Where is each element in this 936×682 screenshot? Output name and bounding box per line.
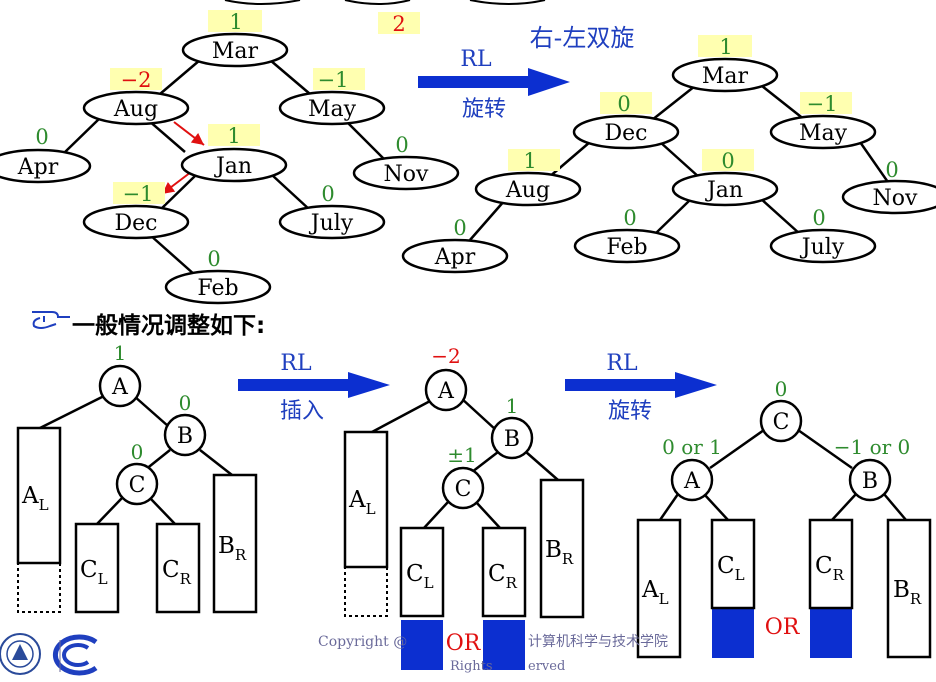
rl-rotate-arrow-2: RL 旋转 [565,351,717,424]
rl-label: RL [280,351,312,376]
rotate-caption: 旋转 [608,399,652,424]
node-b: B [862,469,878,494]
general-case-after-insert: A B C −2 1 ±1 AL CL CR BR OR [343,344,585,670]
node-dec: Dec [605,121,648,146]
factor-jan: 0 [721,149,734,173]
node-c: C [455,477,472,502]
node-b: B [177,424,193,449]
factor-c: 0 [775,377,788,401]
subtree-cr: CR [162,557,192,588]
node-a: A [683,469,701,494]
department-logo [52,634,98,676]
subtree-br: BR [545,537,574,568]
node-apr: Apr [17,155,59,180]
factor-b: 0 [179,391,192,415]
node-nov: Nov [384,162,429,187]
factor-may: −1 [318,68,349,92]
node-a: A [111,375,129,400]
node-may: May [308,97,357,122]
subtree-cr: CR [488,561,518,592]
general-heading: 一般情况调整如下: [72,312,265,339]
footer-reserved: erved [528,659,565,674]
subtree-al: AL [348,487,376,518]
factor-aug: 1 [523,149,536,173]
node-b: B [504,427,520,452]
factor-top-right: 2 [392,12,405,36]
subtree-cl: CL [406,561,434,592]
factor-c: ±1 [447,443,476,467]
factor-apr: 0 [35,125,48,149]
node-jan: Jan [705,178,743,203]
university-logo [0,633,41,675]
subtree-cl: CL [80,557,108,588]
node-apr: Apr [434,245,476,270]
node-feb: Feb [606,235,647,260]
subtree-br: BR [218,533,247,564]
node-dec: Dec [115,211,158,236]
factor-nov: 0 [885,158,898,182]
rl-rotation-title: 右-左双旋 [530,24,635,52]
subtree-br: BR [893,577,922,608]
node-may: May [799,121,848,146]
node-mar: Mar [702,64,749,89]
node-july: July [309,211,354,236]
insert-caption: 插入 [280,399,324,424]
factor-feb: 0 [623,206,636,230]
avl-rl-rotation-diagram: Mar Aug May Apr Jan Nov Dec July Feb 1 2… [0,0,936,676]
rl-label: RL [606,351,638,376]
factor-b: 1 [506,394,519,418]
node-feb: Feb [197,276,238,301]
factor-c: 0 [131,440,144,464]
node-jan: Jan [214,154,252,179]
factor-july: 0 [812,206,825,230]
factor-feb: 0 [207,247,220,271]
rl-insert-arrow: RL 插入 [238,351,390,424]
factor-july: 0 [321,182,334,206]
general-case-before: A B C 1 0 0 AL CL CR BR [16,341,258,614]
node-nov: Nov [873,186,918,211]
or-label: OR [765,615,801,640]
subtree-al: AL [641,577,669,608]
factor-jan: 1 [227,124,240,148]
footer-school: 计算机科学与技术学院 [528,634,668,650]
subtree-cr: CR [815,553,845,584]
factor-may: −1 [807,92,838,116]
factor-aug: −2 [121,68,152,92]
factor-dec: 0 [617,92,630,116]
factor-nov: 0 [395,133,408,157]
rl-label: RL [460,47,492,72]
factor-mar: 1 [719,35,732,59]
general-case-after-rotation: C A B 0 0 or 1 −1 or 0 AL CL CR BR OR [636,377,932,659]
node-a: A [437,379,455,404]
node-mar: Mar [212,39,259,64]
factor-apr: 0 [453,216,466,240]
node-aug: Aug [113,97,158,122]
node-aug: Aug [505,178,550,203]
node-july: July [800,235,845,260]
node-c: C [129,473,146,498]
or-label: OR [446,631,482,656]
factor-b: −1 or 0 [834,435,911,459]
factor-dec: −1 [123,182,154,206]
footer-copyright: Copyright @ [318,634,407,650]
subtree-cl: CL [717,553,745,584]
factor-mar: 1 [229,10,242,34]
subtree-al: AL [21,483,49,514]
pointing-hand-icon [32,311,70,329]
factor-a: −2 [431,344,460,368]
rotate-caption: 旋转 [462,97,506,122]
factor-a: 1 [114,341,127,365]
factor-a: 0 or 1 [662,435,722,459]
footer-rights: Rights [450,659,493,674]
node-c: C [773,410,790,435]
